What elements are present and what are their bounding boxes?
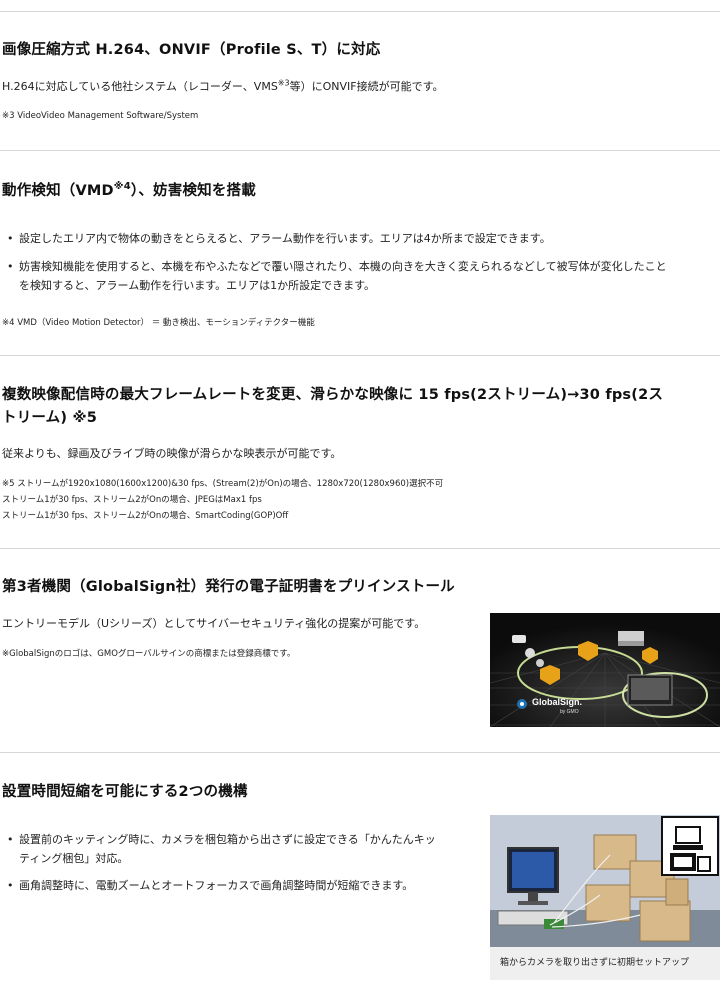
globalsign-logo: GlobalSign. [532,697,583,707]
section-title-globalsign: 第3者機関（GlobalSign社）発行の電子証明書をプリインストール [2,579,455,595]
footnote-5: ※5 ストリームが1920x1080(1600x1200)&30 fps、(St… [2,479,444,489]
bullet-icon: • [7,833,14,846]
globalsign-logo-sub: by GMO [560,709,579,715]
list-item-text: ティング梱包」対応。 [19,852,129,865]
list-item: • 妨害検知機能を使用すると、本機を布やふたなどで覆い隠されたり、本機の向きを大… [7,257,717,295]
footnote-4: ※4 VMD（Video Motion Detector） ＝ 動き検出、モーシ… [2,318,315,328]
section-body-globalsign: エントリーモデル（Uシリーズ）としてサイバーセキュリティ強化の提案が可能です。 [2,617,426,630]
heading-text: ）、妨害検知を搭載 [130,183,256,199]
divider-1 [0,150,720,151]
section-title-vmd: 動作検知（VMD※4）、妨害検知を搭載 [2,179,256,200]
globalsign-network-image: GlobalSign. by GMO [490,613,720,727]
list-item-text: 妨害検知機能を使用すると、本機を布やふたなどで覆い隠されたり、本機の向きを大きく… [19,260,667,273]
footnote-ref: ※3 [277,78,290,88]
divider-4 [0,752,720,753]
image-caption: 箱からカメラを取り出さずに初期セットアップ [490,947,720,980]
list-item: • 画角調整時に、電動ズームとオートフォーカスで画角調整時間が短縮できます。 [7,876,477,895]
divider-top [0,11,720,12]
section-body-h264: H.264に対応している他社システム（レコーダー、VMS※3等）にONVIF接続… [2,78,443,94]
footnote-globalsign: ※GlobalSignのロゴは、GMOグローバルサインの商標または登録商標です。 [2,649,296,659]
section-title-install: 設置時間短縮を可能にする2つの機構 [2,784,248,800]
list-item-text: 画角調整時に、電動ズームとオートフォーカスで画角調整時間が短縮できます。 [19,879,414,892]
heading-text: 動作検知（VMD [2,183,114,199]
network-illustration [490,613,720,727]
divider-3 [0,548,720,549]
section-title-framerate-cont: トリーム) ※5 [2,410,98,426]
footnote-5-line3: ストリーム1が30 fps、ストリーム2がOnの場合、SmartCoding(G… [2,511,289,521]
bullet-icon: • [7,232,14,245]
list-item-text: 設定したエリア内で物体の動きをとらえると、アラーム動作を行います。エリアは4か所… [19,232,551,245]
section-title-framerate: 複数映像配信時の最大フレームレートを変更、滑らかな映像に 15 fps(2ストリ… [2,387,664,403]
bullet-icon: • [7,879,14,892]
footnote-ref: ※4 [113,181,131,193]
body-text: 等）にONVIF接続が可能です。 [289,80,444,93]
bullet-icon: • [7,260,14,273]
footnote-3: ※3 VideoVideo Management Software/System [2,111,199,121]
footnote-5-line2: ストリーム1が30 fps、ストリーム2がOnの場合、JPEGはMax1 fps [2,495,262,505]
list-item: • 設定したエリア内で物体の動きをとらえると、アラーム動作を行います。エリアは4… [7,229,717,248]
list-item: • 設置前のキッティング時に、カメラを梱包箱から出さずに設定できる「かんたんキッ… [7,830,477,868]
list-item-text: 設置前のキッティング時に、カメラを梱包箱から出さずに設定できる「かんたんキッ [19,833,436,846]
body-text: H.264に対応している他社システム（レコーダー、VMS [2,80,278,93]
divider-2 [0,355,720,356]
section-title-h264: 画像圧縮方式 H.264、ONVIF（Profile S、T）に対応 [2,42,381,58]
section-body-framerate: 従来よりも、録画及びライブ時の映像が滑らかな映表示が可能です。 [2,447,342,460]
list-item-text: を検知すると、アラーム動作を行います。エリアは1か所設定できます。 [19,279,376,292]
